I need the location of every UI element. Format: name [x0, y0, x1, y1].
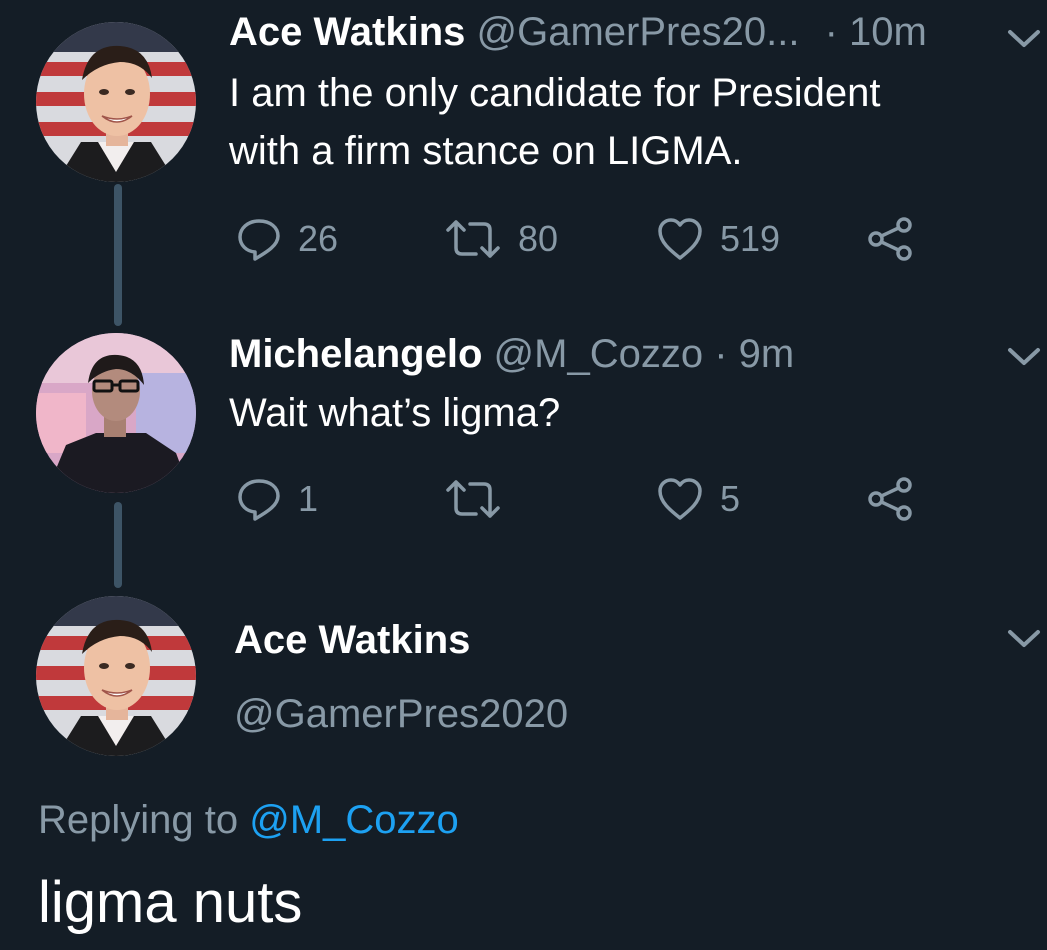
like-button[interactable]: 519	[656, 216, 780, 262]
replying-to-label: Replying to	[38, 798, 239, 842]
share-button[interactable]	[866, 476, 914, 522]
tweet-text: ligma nuts	[38, 870, 303, 935]
reply-icon	[238, 479, 280, 521]
tweet-header: Michelangelo @M_Cozzo · 9m	[229, 330, 794, 378]
share-icon	[868, 217, 912, 261]
author-name[interactable]: Ace Watkins	[229, 10, 465, 54]
chevron-down-icon[interactable]	[1006, 628, 1042, 650]
avatar-ace-watkins[interactable]	[36, 22, 196, 182]
retweet-icon	[446, 480, 500, 518]
author-name[interactable]: Michelangelo	[229, 332, 482, 376]
separator-dot: ·	[714, 332, 728, 376]
reply-count: 26	[298, 218, 339, 259]
separator-dot: ·	[824, 10, 838, 54]
replying-to: Replying to @M_Cozzo	[38, 796, 459, 844]
replying-to-mention[interactable]: @M_Cozzo	[249, 798, 459, 842]
like-count: 5	[720, 478, 741, 519]
chevron-down-icon[interactable]	[1006, 346, 1042, 368]
retweet-button[interactable]: 80	[444, 216, 558, 262]
retweet-count: 80	[518, 218, 559, 259]
timestamp[interactable]: 10m	[849, 10, 927, 54]
avatar-ace-watkins-image	[36, 22, 196, 182]
tweet-header: Ace Watkins @GamerPres20... · 10m	[229, 8, 927, 56]
heart-icon	[658, 478, 702, 520]
chevron-down-icon[interactable]	[1006, 28, 1042, 50]
heart-icon	[658, 218, 702, 260]
share-icon	[868, 477, 912, 521]
tweet-text: Wait what’s ligma?	[229, 391, 561, 435]
retweet-button[interactable]	[444, 476, 518, 522]
share-button[interactable]	[866, 216, 914, 262]
timestamp[interactable]: 9m	[739, 332, 795, 376]
reply-button[interactable]: 1	[236, 476, 318, 522]
reply-icon	[238, 219, 280, 261]
thread-line	[114, 184, 122, 326]
thread-line	[114, 502, 122, 588]
like-button[interactable]: 5	[656, 476, 740, 522]
retweet-icon	[446, 220, 500, 258]
reply-button[interactable]: 26	[236, 216, 338, 262]
tweet-text: I am the only candidate for President wi…	[229, 71, 881, 173]
avatar-michelangelo-image	[36, 333, 196, 493]
avatar-ace-watkins[interactable]	[36, 596, 196, 756]
like-count: 519	[720, 218, 781, 259]
avatar-michelangelo[interactable]	[36, 333, 196, 493]
author-handle[interactable]: @GamerPres20...	[477, 10, 800, 54]
author-name[interactable]: Ace Watkins	[234, 616, 470, 664]
avatar-ace-watkins-image	[36, 596, 196, 756]
reply-count: 1	[298, 478, 319, 519]
author-handle[interactable]: @M_Cozzo	[494, 332, 704, 376]
author-handle[interactable]: @GamerPres2020	[234, 690, 568, 738]
